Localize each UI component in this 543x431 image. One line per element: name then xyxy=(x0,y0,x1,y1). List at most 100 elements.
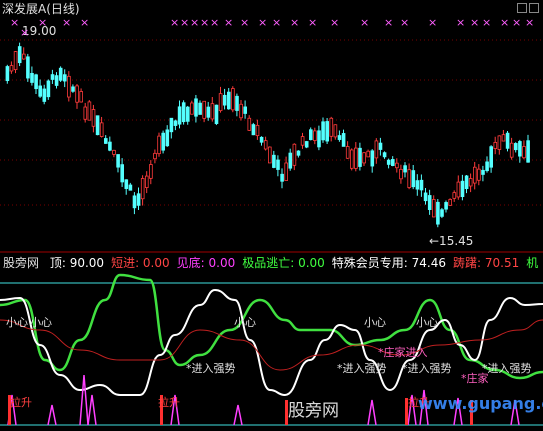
jinru-label-4: *进入强势 xyxy=(482,362,532,375)
candle-body xyxy=(58,67,63,81)
candle-body xyxy=(63,74,67,82)
marker-x: × xyxy=(360,16,370,29)
candle-body xyxy=(452,192,457,199)
candle-body xyxy=(399,168,403,180)
marker-x: × xyxy=(384,16,394,29)
candle-body xyxy=(390,159,395,166)
candle-body xyxy=(83,106,88,120)
candle-body xyxy=(120,164,125,183)
candle-body xyxy=(304,141,309,148)
minimize-icon[interactable] xyxy=(517,3,527,13)
xiaoxin-label-3: 小心 xyxy=(234,316,256,329)
candle-body xyxy=(251,124,256,136)
marker-x: × xyxy=(224,16,234,29)
candle-body xyxy=(362,152,366,164)
candle-body xyxy=(87,101,92,121)
candle-body xyxy=(95,115,100,136)
candle-body xyxy=(75,85,79,103)
candle-body xyxy=(267,146,272,164)
candle-body xyxy=(374,140,379,159)
candle-body xyxy=(448,199,452,206)
candle-body xyxy=(202,100,207,119)
indicator-item: 机 xyxy=(526,256,539,270)
candle-body xyxy=(440,209,444,217)
marker-x: × xyxy=(272,16,282,29)
candle-body xyxy=(243,106,248,114)
magenta-spike xyxy=(233,404,243,426)
candle-body xyxy=(177,106,182,125)
candle-body xyxy=(489,146,493,168)
candle-body xyxy=(276,159,280,170)
candle-body xyxy=(272,154,276,168)
candle-body xyxy=(444,202,448,210)
candle-body xyxy=(169,117,174,133)
marker-x: × xyxy=(10,16,20,29)
header-title: 深发展A(日线) xyxy=(2,2,80,16)
chart-window: { "header": { "title": "深发展A", "period":… xyxy=(0,0,543,431)
marker-x: × xyxy=(482,16,492,29)
candle-body xyxy=(108,141,112,151)
candle-body xyxy=(493,142,498,149)
marker-x: × xyxy=(200,16,210,29)
candle-body xyxy=(239,103,243,119)
watermark-right: www.gupang.com xyxy=(418,394,543,413)
candle-body xyxy=(427,195,432,211)
lasheng-label-1: 拉升 xyxy=(10,396,32,409)
candle-body xyxy=(67,75,71,98)
candle-body xyxy=(522,146,526,159)
candle-body xyxy=(26,56,30,79)
watermark-left: 股旁网 xyxy=(288,401,339,421)
candle-body xyxy=(226,91,231,110)
xiaoxin-label-1: 小心 xyxy=(6,316,28,329)
jinru-label-3: *进入强势 xyxy=(402,362,452,375)
candle-body xyxy=(194,98,198,117)
xiaoxin-label-5: 小心 xyxy=(416,316,438,329)
candle-body xyxy=(21,53,26,60)
close-icon[interactable] xyxy=(529,3,539,13)
candle-body xyxy=(349,149,354,169)
candle-body xyxy=(247,117,252,131)
candle-body xyxy=(173,120,178,126)
xiaoxin-label-4: 小心 xyxy=(364,316,386,329)
candle-body xyxy=(505,132,510,149)
candle-body xyxy=(79,91,84,103)
candle-body xyxy=(259,136,264,143)
candle-body xyxy=(481,169,485,175)
candle-body xyxy=(337,135,342,140)
marker-x: × xyxy=(240,16,250,29)
candle-body xyxy=(431,199,436,218)
candle-body xyxy=(468,178,473,187)
candle-body xyxy=(436,201,440,225)
marker-x: × xyxy=(210,16,220,29)
candle-body xyxy=(526,140,530,163)
marker-x: × xyxy=(170,16,180,29)
candle-body xyxy=(472,166,477,184)
candle-body xyxy=(460,180,465,198)
indicator-item: 见底: 0.00 xyxy=(176,256,236,270)
candle-body xyxy=(485,161,489,172)
candle-body xyxy=(5,66,10,82)
candle-body xyxy=(333,124,338,138)
marker-x: × xyxy=(456,16,466,29)
candle-body xyxy=(292,143,297,166)
candle-body xyxy=(263,140,268,150)
candle-body xyxy=(514,143,518,151)
marker-x: × xyxy=(512,16,522,29)
candle-body xyxy=(255,124,260,137)
candle-body xyxy=(54,75,59,86)
candle-body xyxy=(165,129,170,147)
candle-body xyxy=(419,179,424,191)
candle-body xyxy=(497,135,502,150)
marker-x: × xyxy=(62,16,72,29)
candle-body xyxy=(34,74,38,90)
candle-body xyxy=(71,86,75,92)
candle-body xyxy=(386,159,391,165)
candle-body xyxy=(161,132,166,151)
candle-body xyxy=(222,94,227,106)
stock-name: 深发展A xyxy=(2,2,47,16)
candle-body xyxy=(464,175,469,190)
candle-body xyxy=(518,141,522,157)
marker-x: × xyxy=(400,16,410,29)
candle-body xyxy=(140,178,145,200)
candle-body xyxy=(153,152,157,160)
